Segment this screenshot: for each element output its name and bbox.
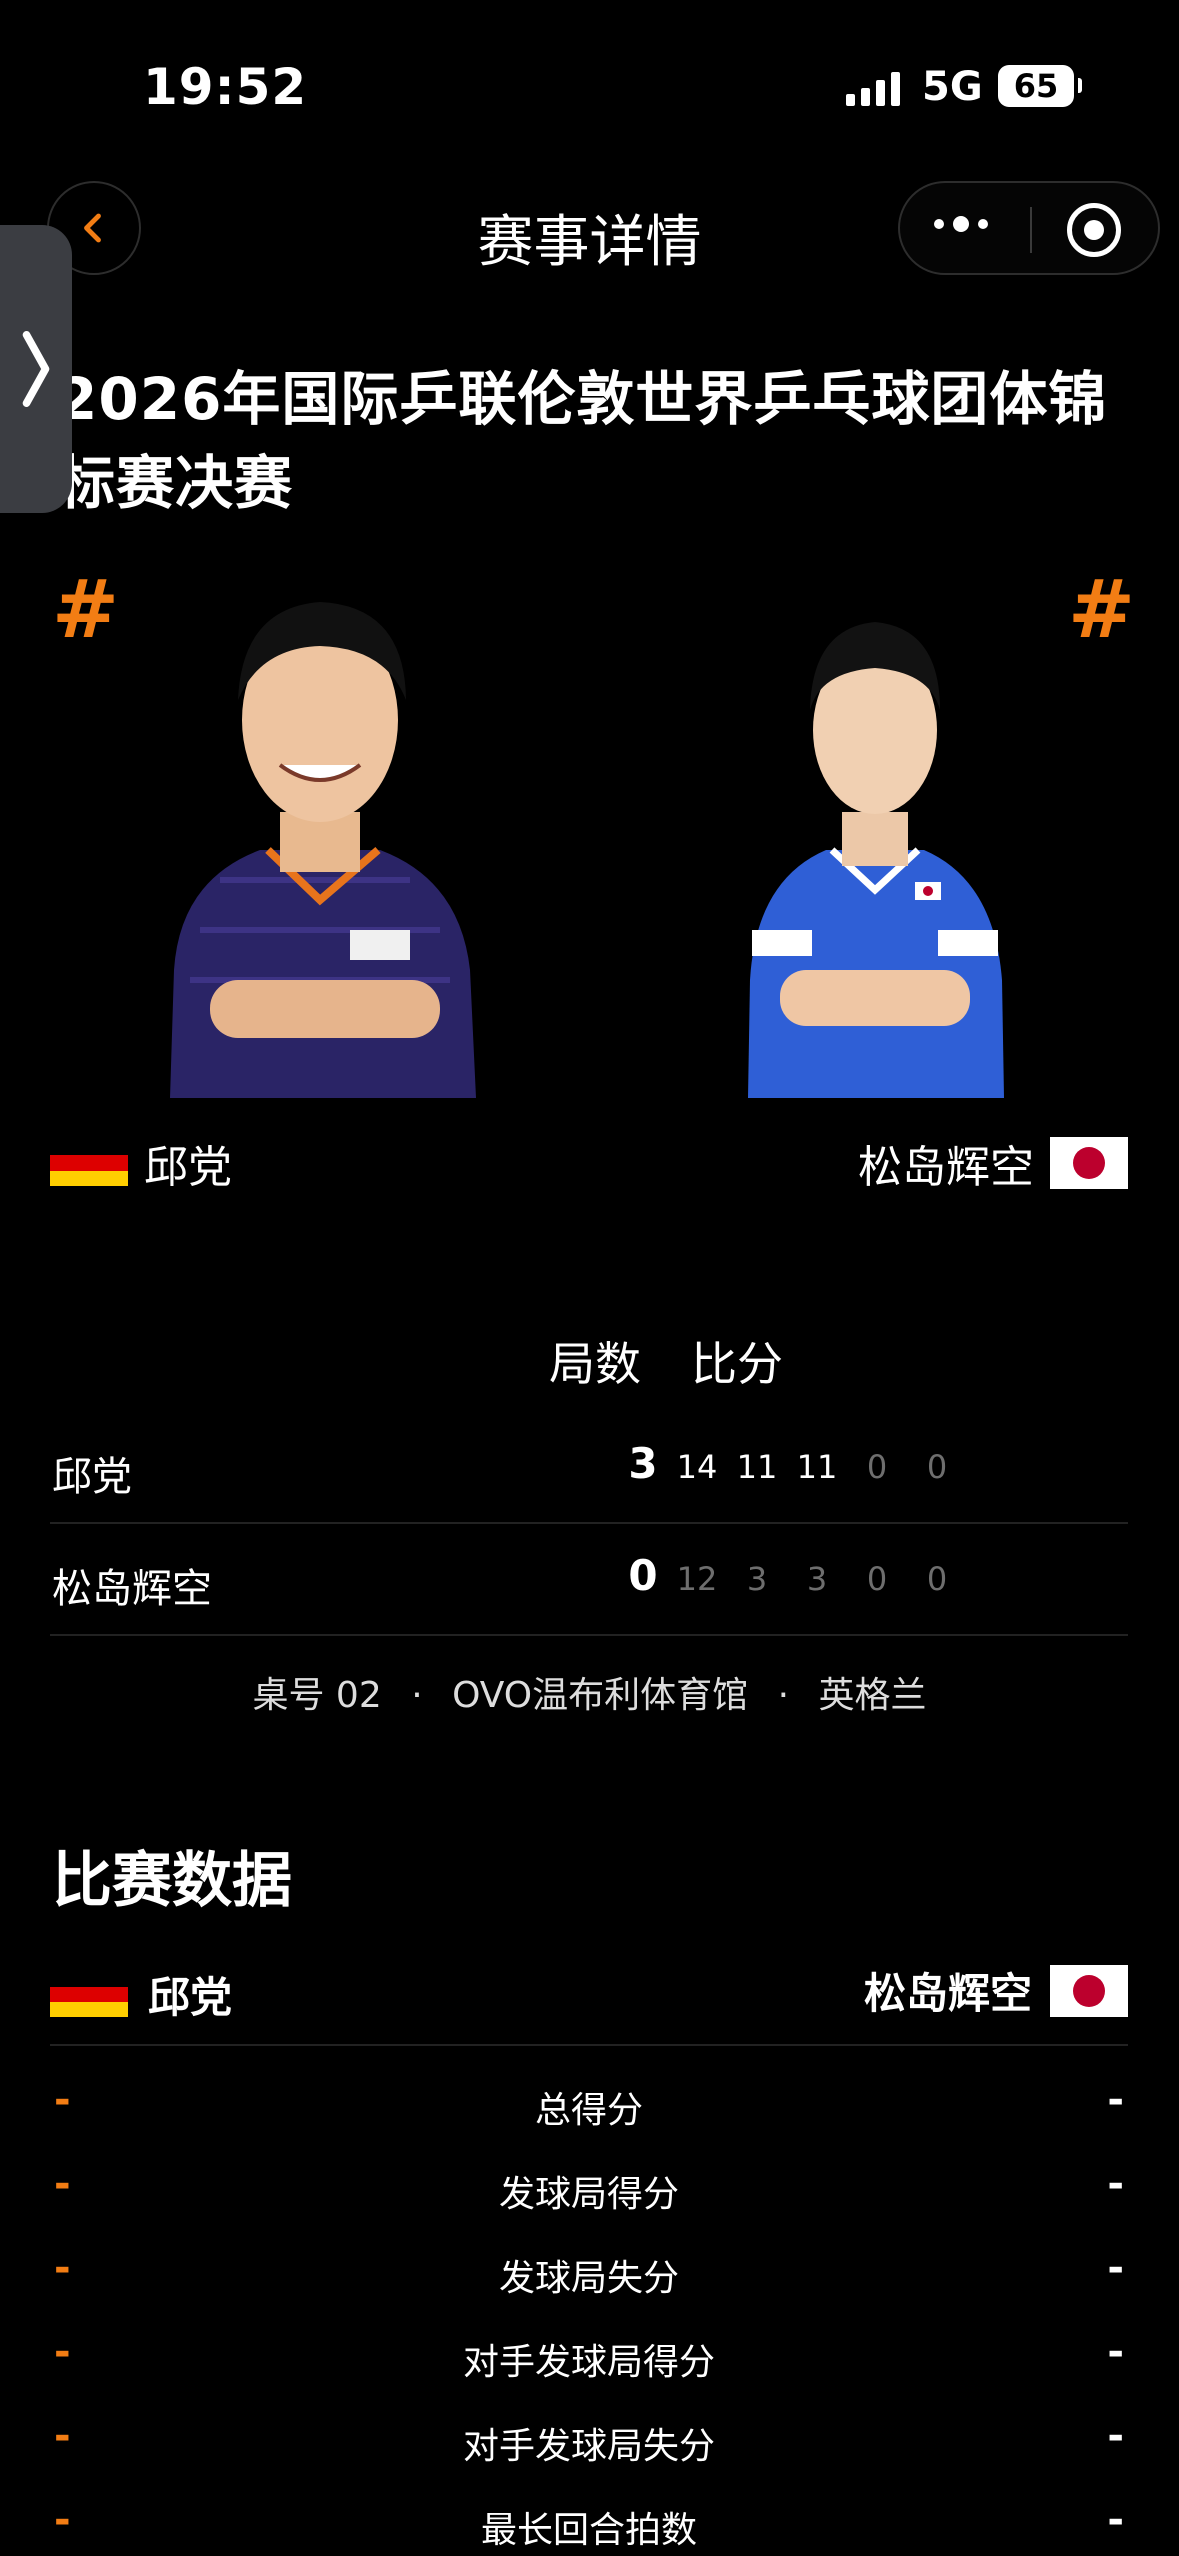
stat-right-value: -: [1107, 2413, 1124, 2459]
game-score: 3: [746, 1560, 768, 1598]
stat-label: 总得分: [534, 2090, 643, 2131]
stat-label: 最长回合拍数: [480, 2510, 697, 2551]
stat-label: 对手发球局失分: [462, 2426, 715, 2467]
game-score: 0: [866, 1448, 888, 1486]
right-player-name: 松岛辉空: [858, 1142, 1034, 1193]
stat-row: - 发球局得分 -: [50, 2157, 1128, 2217]
stats-player-header: 邱党 松岛辉空: [50, 1958, 1128, 2046]
game-score: 0: [866, 1560, 888, 1598]
stat-row: - 对手发球局得分 -: [50, 2325, 1128, 2385]
game-score: 0: [926, 1448, 948, 1486]
table-number: 桌号 02: [252, 1675, 382, 1716]
signal-icon: [846, 70, 900, 106]
match-meta: 桌号 02 · OVO温布利体育馆 · 英格兰: [0, 1666, 1179, 1718]
right-player-photo: [740, 550, 1010, 1098]
network-label: 5G: [922, 64, 983, 110]
match-stats-title: 比赛数据: [52, 1846, 292, 1916]
stat-row: - 最长回合拍数 -: [50, 2493, 1128, 2553]
venue-name: OVO温布利体育馆: [452, 1675, 749, 1716]
capsule-divider: [1030, 207, 1032, 253]
stats-right-player: 松岛辉空: [863, 1969, 1032, 2018]
game-score: 11: [796, 1448, 838, 1486]
stat-right-value: -: [1107, 2497, 1124, 2543]
game-score: 14: [676, 1448, 718, 1486]
stat-right-value: -: [1107, 2329, 1124, 2375]
left-seed-mark: #: [52, 563, 120, 656]
stat-label: 对手发球局得分: [462, 2342, 715, 2383]
stat-row: - 对手发球局失分 -: [50, 2409, 1128, 2469]
games-header: 局数: [549, 1337, 641, 1391]
stat-row: - 发球局失分 -: [50, 2241, 1128, 2301]
germany-flag-icon: [50, 1140, 128, 1186]
status-time: 19:52: [143, 58, 308, 116]
more-icon[interactable]: [934, 216, 988, 232]
game-score: 11: [736, 1448, 778, 1486]
score-row: 松岛辉空 0 12 3 3 0 0: [50, 1524, 1128, 1636]
score-row-player: 邱党: [52, 1454, 132, 1500]
right-player-header: 松岛辉空: [858, 1131, 1128, 1195]
germany-flag-icon: [50, 1971, 128, 2018]
battery-icon: 65: [998, 65, 1074, 107]
mini-program-capsule: [898, 181, 1160, 275]
meta-separator: ·: [411, 1675, 423, 1716]
venue-country: 英格兰: [818, 1675, 927, 1716]
meta-separator: ·: [777, 1675, 790, 1716]
stats-left-player: 邱党: [148, 1973, 233, 2022]
game-score: 0: [926, 1560, 948, 1598]
game-score: 12: [676, 1560, 718, 1598]
stat-right-value: -: [1107, 2245, 1124, 2291]
left-player-name: 邱党: [144, 1142, 232, 1193]
right-seed-mark: #: [1068, 563, 1136, 656]
japan-flag-icon: [1050, 1137, 1128, 1189]
score-row: 邱党 3 14 11 11 0 0: [50, 1412, 1128, 1524]
stat-label: 发球局失分: [498, 2258, 679, 2299]
left-player-header: 邱党: [50, 1131, 232, 1195]
event-title: 2026年国际乒联伦敦世界乒乓球团体锦标赛决赛: [57, 365, 1108, 517]
stat-right-value: -: [1107, 2161, 1124, 2207]
side-drawer-handle[interactable]: [0, 225, 72, 513]
chevron-right-icon: [22, 331, 50, 407]
game-score: 3: [806, 1560, 828, 1598]
score-row-player: 松岛辉空: [52, 1566, 212, 1612]
japan-flag-icon: [1050, 1964, 1128, 2017]
stat-row: - 总得分 -: [50, 2073, 1128, 2133]
close-target-icon[interactable]: [1067, 203, 1121, 257]
left-player-photo: [160, 550, 480, 1098]
stat-label: 发球局得分: [498, 2174, 679, 2215]
points-header: 比分: [691, 1337, 783, 1391]
battery-tip: [1078, 78, 1082, 93]
stat-right-value: -: [1107, 2077, 1124, 2123]
